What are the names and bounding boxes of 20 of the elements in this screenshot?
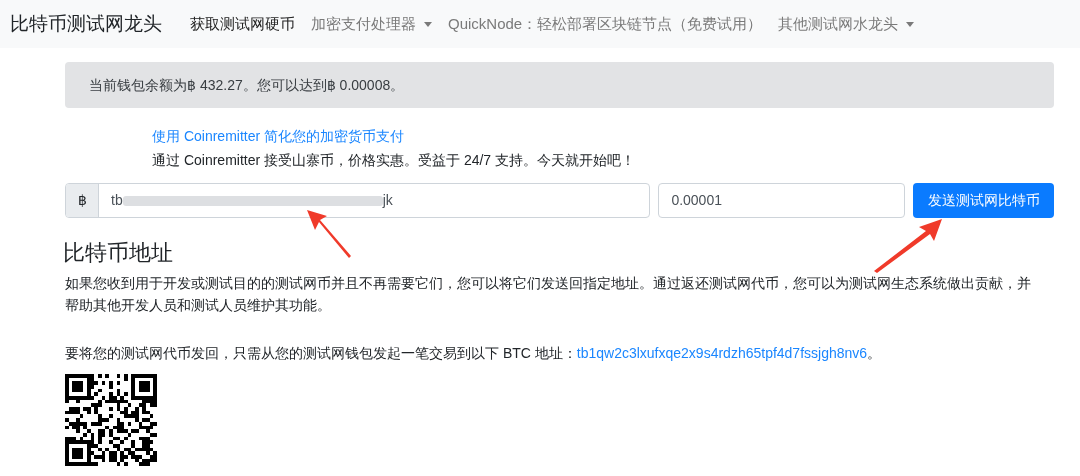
amount-field[interactable]: 0.00001 (658, 183, 906, 218)
nav-link[interactable]: QuickNode：轻松部署区块链节点（免费试用） (440, 12, 771, 36)
balance-alert: 当前钱包余额为฿ 432.27。您可以达到฿ 0.00008。 (65, 62, 1054, 108)
annotation-arrow (872, 217, 944, 273)
ad-link[interactable]: 使用 Coinremitter 简化您的加密货币支付 (152, 128, 405, 144)
send-button[interactable]: 发送测试网比特币 (913, 183, 1054, 218)
ad-text: 通过 Coinremitter 接受山寨币，价格实惠。受益于 24/7 支持。今天就开始吧！ (152, 151, 637, 170)
return-address-link[interactable]: tb1qw2c3lxufxqe2x9s4rdzh65tpf4d7fssjgh8nv6 (576, 345, 868, 361)
nav-link[interactable]: 加密支付处理器 (303, 12, 440, 36)
address-value-end: jk (382, 191, 393, 210)
nav-link[interactable]: 其他测试网水龙头 (770, 12, 923, 36)
nav-link[interactable]: 获取测试网硬币 (182, 12, 303, 36)
address-field[interactable]: ฿ tb jk (65, 183, 651, 218)
return-instructions: 要将您的测试网代币发回，只需从您的测试网钱包发起一笔交易到以下 BTC 地址：tb1qw2c3lxufxqe2x9s4rdzh65tpf4d7fssjgh8nv6。 (65, 344, 883, 363)
section-paragraph: 如果您收到用于开发或测试目的的测试网币并且不再需要它们，您可以将它们发送回指定地址。通过返还测试网代币，您可以为测试网生态系统做出贡献，并帮助其他开发人员和测试人员维护其功能。 (65, 274, 1032, 315)
brand-title[interactable]: 比特币测试网龙头 (10, 9, 162, 39)
address-value-start: tb (111, 191, 123, 210)
bitcoin-prefix: ฿ (66, 184, 99, 217)
section-heading: 比特币地址 (63, 239, 173, 267)
annotation-arrow (305, 208, 353, 260)
